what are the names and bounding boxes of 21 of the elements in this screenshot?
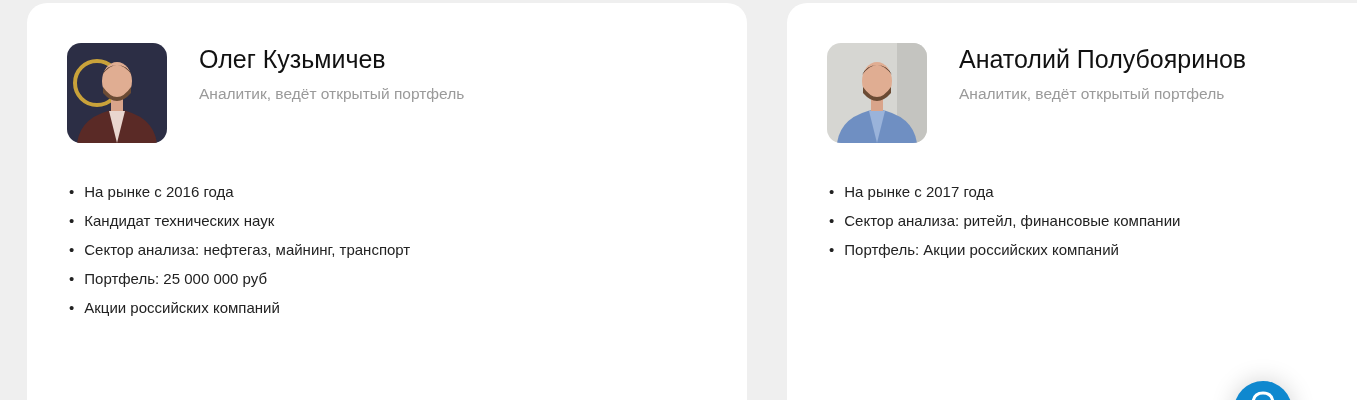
fact-item: Сектор анализа: нефтегаз, майнинг, транспорт	[84, 240, 411, 260]
fact-item: На рынке с 2016 года	[84, 182, 234, 202]
list-bullet: •	[69, 298, 75, 318]
fact-item: На рынке с 2017 года	[844, 182, 994, 202]
analyst-name: Олег Кузьмичев	[199, 44, 387, 74]
list-bullet: •	[69, 182, 75, 202]
fact-item: Сектор анализа: ритейл, финансовые компании	[844, 211, 1181, 231]
fact-item: Акции российских компаний	[84, 298, 280, 318]
list-bullet: •	[829, 211, 835, 231]
list-bullet: •	[69, 240, 75, 260]
list-bullet: •	[829, 240, 835, 260]
fact-item: Портфель: Акции российских компаний	[844, 240, 1119, 260]
analyst-role: Аналитик, ведёт открытый портфель	[959, 84, 1226, 104]
chat-icon	[1250, 390, 1276, 400]
list-bullet: •	[829, 182, 835, 202]
analyst-name: Анатолий Полубояринов	[959, 44, 1247, 74]
analyst-role: Аналитик, ведёт открытый портфель	[199, 84, 465, 104]
list-bullet: •	[69, 211, 75, 231]
list-bullet: •	[69, 269, 75, 289]
fact-item: Портфель: 25 000 000 руб	[84, 269, 268, 289]
fact-item: Кандидат технических наук	[84, 211, 275, 231]
